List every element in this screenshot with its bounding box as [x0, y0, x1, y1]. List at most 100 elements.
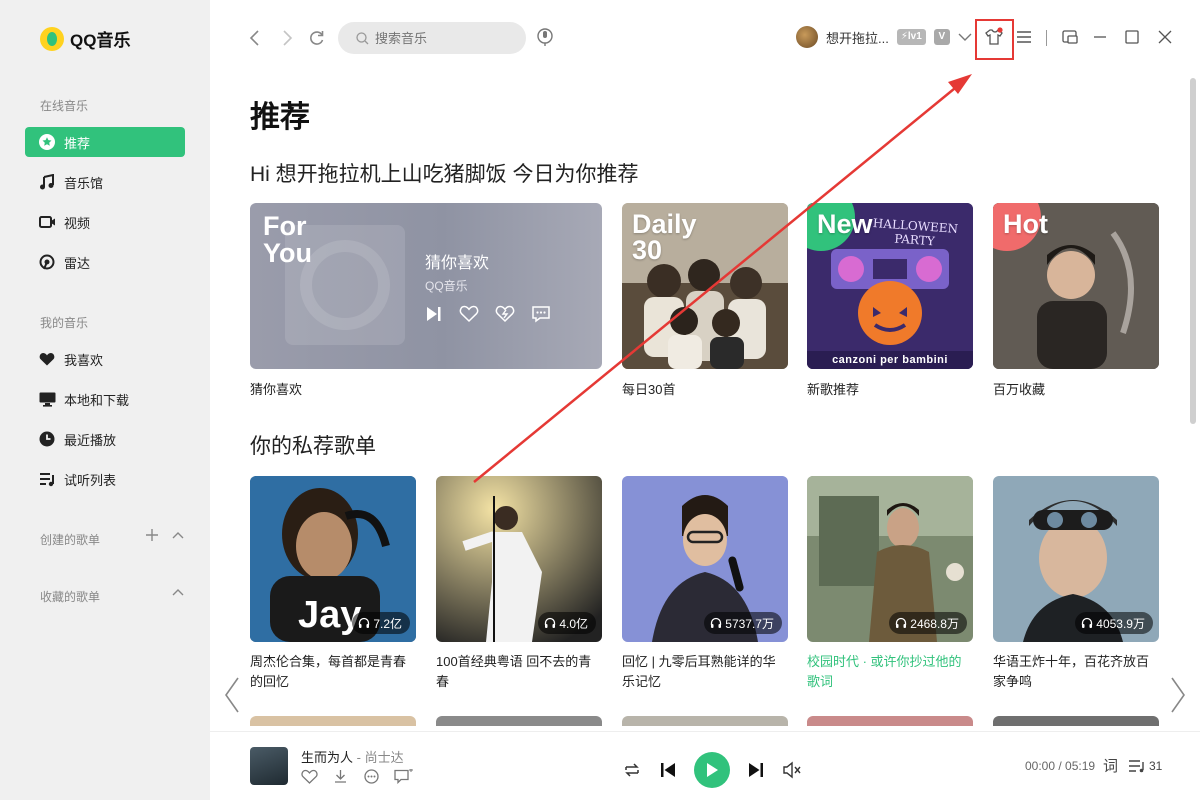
play-count: 4053.9万 [1075, 612, 1153, 634]
playlist-card[interactable]: 4.0亿 [436, 476, 602, 642]
now-playing-cover[interactable] [250, 747, 288, 785]
hot-card[interactable]: Hot [993, 203, 1159, 369]
play-count: 2468.8万 [889, 612, 967, 634]
playback-time: 00:00 / 05:19 [1025, 759, 1096, 773]
username[interactable]: 想开拖拉... [826, 28, 889, 47]
add-playlist-icon[interactable] [145, 528, 159, 542]
play-count-text: 7.2亿 [373, 616, 402, 631]
sidebar-item-music-hall[interactable]: 音乐馆 [25, 167, 185, 197]
mini-mode-button[interactable] [1060, 26, 1080, 48]
daily30-tag: Daily 30 [632, 211, 697, 264]
comment-icon[interactable] [531, 305, 551, 323]
playlist-title[interactable]: 100首经典粤语 回不去的青春 [436, 652, 602, 692]
maximize-button[interactable] [1122, 26, 1142, 48]
dislike-icon[interactable] [495, 305, 515, 323]
for-you-label[interactable]: 猜你喜欢 [250, 379, 302, 398]
voice-search-icon[interactable] [536, 27, 554, 47]
song-title[interactable]: 生而为人 [301, 750, 353, 765]
more-icon[interactable] [363, 769, 380, 784]
song-separator: - [353, 750, 365, 765]
for-you-card[interactable]: For You 猜你喜欢 QQ音乐 [250, 203, 602, 369]
daily30-label[interactable]: 每日30首 [622, 379, 675, 398]
play-count-text: 2468.8万 [910, 616, 959, 631]
carousel-prev-button[interactable] [224, 676, 240, 714]
playlist-title[interactable]: 回忆 | 九零后耳熟能详的华乐记忆 [622, 652, 788, 692]
playlist-card[interactable]: 4053.9万 [993, 476, 1159, 642]
sidebar-item-label: 音乐馆 [64, 175, 104, 191]
collected-playlists-section-title: 收藏的歌单 [40, 590, 101, 604]
top-bar: 想开拖拉... ⚡lv1 V [210, 0, 1200, 76]
sidebar-item-label: 本地和下载 [64, 392, 130, 408]
sidebar-item-recommend[interactable]: 推荐 [25, 127, 185, 157]
maximize-icon [1125, 30, 1139, 44]
my-music-section-title: 我的音乐 [40, 316, 89, 330]
online-music-section-title: 在线音乐 [40, 99, 89, 113]
created-playlists-section-title: 创建的歌单 [40, 533, 101, 547]
content-scrollbar[interactable] [1190, 78, 1196, 424]
for-you-source: QQ音乐 [425, 279, 468, 293]
close-button[interactable] [1155, 26, 1175, 48]
star-icon [38, 133, 56, 151]
search-box[interactable] [338, 22, 526, 54]
new-songs-label[interactable]: 新歌推荐 [807, 379, 859, 398]
sidebar-item-video[interactable]: 视频 [25, 207, 185, 237]
headphones-icon [358, 617, 370, 629]
playlist-title[interactable]: 校园时代 · 或许你抄过他的歌词 [807, 652, 973, 692]
playlist-title[interactable]: 周杰伦合集，每首都是青春的回忆 [250, 652, 416, 692]
sidebar-item-radar[interactable]: 雷达 [25, 247, 185, 277]
back-button[interactable] [244, 26, 266, 50]
user-profile[interactable]: 想开拖拉... ⚡lv1 V [796, 26, 972, 48]
playlist-card[interactable]: Jay 7.2亿 [250, 476, 416, 642]
collapse-collected-icon[interactable] [171, 585, 185, 599]
mini-mode-icon [1062, 29, 1078, 45]
player-bar: 生而为人 - 尚士达 00:00 / 05:19 词 31 [210, 731, 1200, 800]
download-icon[interactable] [332, 769, 349, 784]
created-playlists-tools [145, 528, 185, 542]
next-track-icon[interactable] [748, 761, 764, 779]
repeat-icon[interactable] [622, 761, 642, 779]
playlist-card[interactable]: 2468.8万 [807, 476, 973, 642]
hot-label[interactable]: 百万收藏 [993, 379, 1045, 398]
queue-button[interactable]: 31 [1128, 759, 1162, 773]
new-songs-card[interactable]: New HALLOWEEN PARTY canzoni per bambini [807, 203, 973, 369]
search-input[interactable] [375, 30, 515, 46]
previous-track-icon[interactable] [660, 761, 676, 779]
vip-badge: V [933, 29, 950, 45]
qq-music-logo-icon [40, 26, 64, 51]
level-badge: ⚡lv1 [896, 29, 926, 45]
playlist-title[interactable]: 华语王炸十年，百花齐放百家争鸣 [993, 652, 1159, 692]
music-note-icon [38, 173, 56, 191]
daily30-card[interactable]: Daily 30 [622, 203, 788, 369]
headphones-icon [544, 617, 556, 629]
sidebar-item-recent[interactable]: 最近播放 [25, 424, 185, 454]
main-menu-button[interactable] [1014, 26, 1034, 48]
minimize-button[interactable] [1090, 26, 1110, 48]
sidebar-item-favorites[interactable]: 我喜欢 [25, 344, 185, 374]
like-icon[interactable] [301, 769, 318, 784]
playlist-card[interactable]: 5737.7万 [622, 476, 788, 642]
refresh-button[interactable] [306, 26, 328, 50]
mute-icon[interactable] [782, 761, 802, 779]
avatar[interactable] [796, 26, 818, 48]
lyrics-button[interactable]: 词 [1103, 755, 1118, 776]
song-artist[interactable]: 尚士达 [365, 750, 404, 765]
play-button[interactable] [694, 752, 730, 788]
headphones-icon [895, 617, 907, 629]
app-logo[interactable]: QQ音乐 [40, 26, 130, 51]
sidebar-item-trial-list[interactable]: 试听列表 [25, 464, 185, 494]
for-you-tag-line1: For [263, 211, 307, 241]
search-icon [356, 31, 369, 45]
play-count-text: 4053.9万 [1096, 616, 1145, 631]
chevron-down-icon[interactable] [958, 32, 972, 42]
like-icon[interactable] [459, 305, 479, 323]
sidebar-item-local-download[interactable]: 本地和下载 [25, 384, 185, 414]
play-icon [705, 762, 719, 778]
comment-icon[interactable] [394, 769, 414, 784]
collapse-created-icon[interactable] [171, 528, 185, 542]
playlist-card-peek [807, 716, 973, 726]
forward-button[interactable] [276, 26, 298, 50]
sidebar-item-label: 视频 [64, 215, 91, 231]
sidebar-item-label: 推荐 [64, 135, 91, 151]
carousel-next-button[interactable] [1170, 676, 1186, 714]
play-next-icon[interactable] [425, 305, 443, 323]
